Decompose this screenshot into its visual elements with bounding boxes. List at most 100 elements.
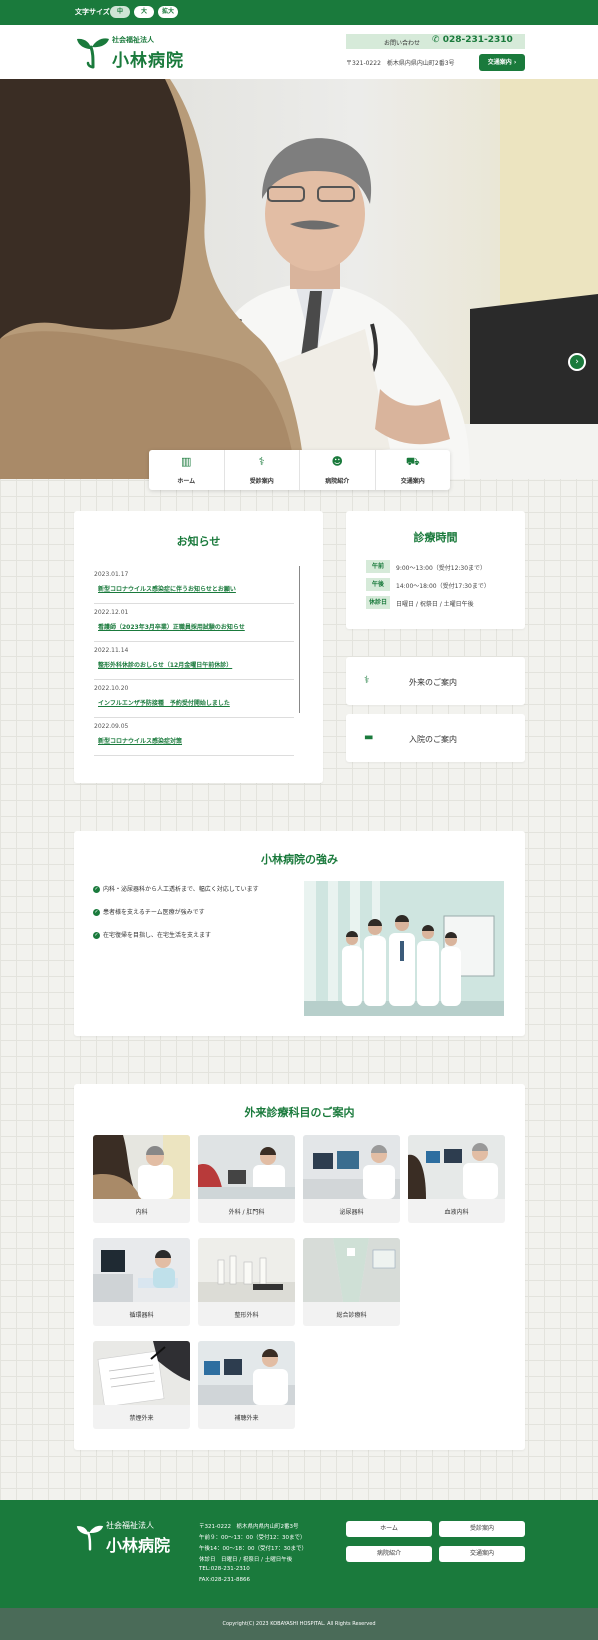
department-tile[interactable]: 泌尿器科 xyxy=(303,1135,400,1223)
font-size-large-button[interactable]: 大 xyxy=(134,6,154,18)
quick-nav-label: 受診案内 xyxy=(249,478,274,485)
quick-nav-access[interactable]: ⛟ 交通案内 xyxy=(376,450,451,490)
footer-about-button[interactable]: 病院紹介 xyxy=(346,1546,432,1562)
divider xyxy=(94,717,294,718)
site-footer: 社会福祉法人 小林病院 〒321-0222 栃木県内県内山町2番3号 午前９：0… xyxy=(0,1500,598,1608)
contact-phone[interactable]: ✆ 028-231-2310 xyxy=(432,35,513,45)
department-tile[interactable]: 総合診療科 xyxy=(303,1238,400,1326)
access-button-label: 交通案内 xyxy=(487,59,512,66)
quick-nav-consultation[interactable]: ⚕ 受診案内 xyxy=(225,450,300,490)
department-label: 総合診療科 xyxy=(336,1312,367,1319)
news-date: 2022.10.20 xyxy=(94,685,129,692)
news-link[interactable]: インフルエンザ予防接種 予約受付開始しました xyxy=(98,698,294,707)
news-scrollbar[interactable] xyxy=(299,566,300,713)
department-tile[interactable]: 補聴外来 xyxy=(198,1341,295,1429)
department-tile[interactable]: 整形外科 xyxy=(198,1238,295,1326)
footer-logo-title: 小林病院 xyxy=(106,1536,171,1555)
copyright: Copyright(C) 2023 KOBAYASHI HOSPITAL. Al… xyxy=(0,1608,598,1640)
department-tile[interactable]: 血液内科 xyxy=(408,1135,505,1223)
font-size-label: 文字サイズ xyxy=(75,8,110,16)
hours-text: 日曜日 / 祝祭日 / 土曜日午後 xyxy=(396,601,474,608)
department-tile[interactable]: 循環器科 xyxy=(93,1238,190,1326)
slider-next-button[interactable]: › xyxy=(568,353,586,371)
news-date: 2022.12.01 xyxy=(94,609,129,616)
department-photo xyxy=(93,1238,190,1302)
news-date: 2022.09.05 xyxy=(94,723,129,730)
logo-subtitle: 社会福祉法人 xyxy=(112,36,154,44)
strength-text: 在宅復帰を目指し、在宅生活を支えます xyxy=(103,932,212,939)
divider xyxy=(94,755,294,756)
news-item: 2023.01.17 新型コロナウイルス感染症に伴うお知らせとお願い xyxy=(94,571,294,593)
department-label: 補聴外来 xyxy=(234,1415,259,1422)
strengths-title: 小林病院の強み xyxy=(261,853,338,866)
department-photo xyxy=(198,1341,295,1405)
strength-item: ✓ 患者様を支えるチーム医療が強みです xyxy=(93,907,205,916)
footer-home-button[interactable]: ホーム xyxy=(346,1521,432,1537)
strength-text: 患者様を支えるチーム医療が強みです xyxy=(103,909,205,916)
department-tile[interactable]: 内科 xyxy=(93,1135,190,1223)
news-item: 2022.11.14 整形外科休診のおしらせ（12月金曜日午前休診） xyxy=(94,647,294,669)
news-title: お知らせ xyxy=(176,535,221,548)
department-photo xyxy=(93,1135,190,1199)
contact-box[interactable]: お問い合わせ ✆ 028-231-2310 xyxy=(346,34,525,49)
departments-title: 外来診療科目のご案内 xyxy=(244,1106,355,1119)
divider xyxy=(94,641,294,642)
stethoscope-icon: ⚕ xyxy=(364,675,370,686)
hours-tag: 午前 xyxy=(366,560,390,573)
quick-nav-label: 病院紹介 xyxy=(325,478,350,485)
news-date: 2022.11.14 xyxy=(94,647,129,654)
footer-hours-pm: 午後14：00〜18：00（受付17：30まで） xyxy=(199,1546,307,1552)
news-link[interactable]: 新型コロナウイルス感染症に伴うお知らせとお願い xyxy=(98,584,294,593)
news-link[interactable]: 看護師（2023年3月卒業）正職員採用試験のお知らせ xyxy=(98,622,294,631)
font-size-medium-button[interactable]: 中 xyxy=(110,6,130,18)
department-photo xyxy=(198,1238,295,1302)
guide-label: 入院のご案内 xyxy=(409,735,457,744)
guide-label: 外来のご案内 xyxy=(409,678,457,687)
department-label: 整形外科 xyxy=(234,1312,259,1319)
stethoscope-icon: ⚕ xyxy=(258,455,265,468)
footer-access-button[interactable]: 交通案内 xyxy=(439,1546,525,1562)
access-button[interactable]: 交通案内 › xyxy=(479,54,525,71)
footer-closed: 休診日 日曜日 / 祝祭日 / 土曜日午後 xyxy=(199,1557,293,1563)
quick-nav-label: 交通案内 xyxy=(400,478,425,485)
logo-sprout-icon[interactable] xyxy=(76,35,110,69)
department-photo xyxy=(93,1341,190,1405)
building-icon: ▥ xyxy=(181,455,192,468)
footer-consultation-button[interactable]: 受診案内 xyxy=(439,1521,525,1537)
news-date: 2023.01.17 xyxy=(94,571,129,578)
inpatient-guide-card[interactable]: ▬ 入院のご案内 xyxy=(346,714,525,762)
quick-nav-about[interactable]: ☻ 病院紹介 xyxy=(300,450,376,490)
footer-hours-am: 午前９：00〜13：00（受付12：30まで） xyxy=(199,1535,306,1541)
department-tile[interactable]: 禁煙外来 xyxy=(93,1341,190,1429)
news-link[interactable]: 新型コロナウイルス感染症対策 xyxy=(98,736,294,745)
footer-address: 〒321-0222 栃木県内県内山町2番3号 xyxy=(199,1524,299,1530)
car-icon: ⛟ xyxy=(405,455,420,468)
chevron-right-icon: › xyxy=(575,357,579,367)
divider xyxy=(94,679,294,680)
logo-sprout-icon[interactable] xyxy=(76,1522,104,1552)
contact-label: お問い合わせ xyxy=(384,40,421,47)
hours-tag: 午後 xyxy=(366,578,390,591)
hours-title: 診療時間 xyxy=(413,531,458,544)
logo-title[interactable]: 小林病院 xyxy=(112,46,184,71)
footer-logo-subtitle: 社会福祉法人 xyxy=(106,1521,154,1530)
department-label: 循環器科 xyxy=(129,1312,154,1319)
news-link[interactable]: 整形外科休診のおしらせ（12月金曜日午前休診） xyxy=(98,660,294,669)
hero-image xyxy=(0,79,598,479)
department-label: 外科 / 肛門科 xyxy=(228,1209,265,1216)
hours-text: 14:00〜18:00（受付17:30まで） xyxy=(396,583,490,590)
news-item: 2022.10.20 インフルエンザ予防接種 予約受付開始しました xyxy=(94,685,294,707)
strengths-card: 小林病院の強み ✓ 内科・泌尿器科から人工透析まで、幅広く対応しています ✓ 患者様… xyxy=(74,831,525,1036)
quick-nav-label: ホーム xyxy=(177,478,196,485)
hours-tag: 休診日 xyxy=(366,596,390,609)
check-icon: ✓ xyxy=(93,909,100,916)
chevron-right-icon: › xyxy=(513,59,517,66)
outpatient-guide-card[interactable]: ⚕ 外来のご案内 xyxy=(346,657,525,705)
footer-tel[interactable]: TEL:028-231-2310 xyxy=(199,1566,250,1572)
footer-fax: FAX:028-231-8866 xyxy=(199,1577,251,1583)
department-tile[interactable]: 外科 / 肛門科 xyxy=(198,1135,295,1223)
font-size-xlarge-button[interactable]: 拡大 xyxy=(158,6,178,18)
hours-text: 9:00〜13:00（受付12:30まで） xyxy=(396,565,487,572)
quick-nav-home[interactable]: ▥ ホーム xyxy=(149,450,225,490)
hero-slider: › xyxy=(0,79,598,479)
